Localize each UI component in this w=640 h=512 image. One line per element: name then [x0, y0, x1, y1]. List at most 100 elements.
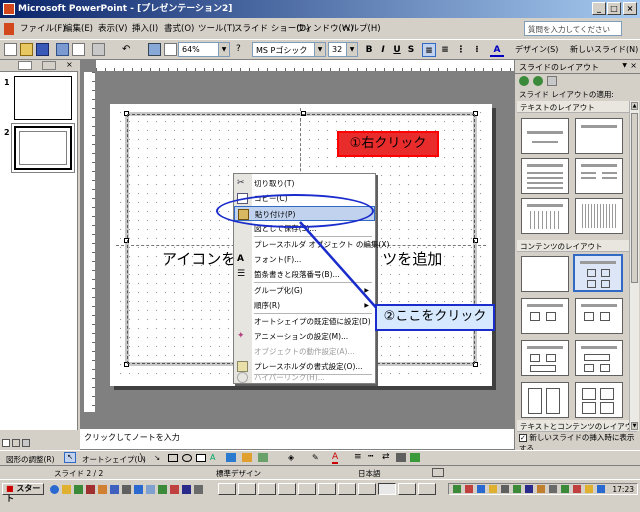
- layout-content-selected[interactable]: [573, 254, 623, 292]
- task-pane-scrollbar[interactable]: ▲ ▼: [629, 101, 639, 431]
- explorer-icon[interactable]: [62, 485, 71, 494]
- layout-title-content[interactable]: [521, 298, 569, 334]
- app-icon[interactable]: [134, 485, 143, 494]
- app-icon[interactable]: [122, 485, 131, 494]
- line-color-icon[interactable]: ✎: [312, 453, 319, 462]
- section-content-layouts: コンテンツのレイアウト: [517, 240, 637, 252]
- tray-icon[interactable]: [501, 485, 509, 493]
- system-tray: 17:23: [448, 483, 638, 495]
- rectangle-icon[interactable]: [168, 454, 178, 462]
- tray-icon[interactable]: [525, 485, 533, 493]
- scroll-thumb[interactable]: [631, 113, 638, 283]
- tray-icon[interactable]: [597, 485, 605, 493]
- tray-icon[interactable]: [585, 485, 593, 493]
- layout-content-5[interactable]: [521, 382, 569, 418]
- arrow-style-icon[interactable]: ⇄: [382, 452, 390, 462]
- home-icon[interactable]: [547, 76, 557, 86]
- picture-icon[interactable]: [258, 453, 268, 462]
- layout-title-slide[interactable]: [521, 118, 569, 154]
- notes-placeholder: クリックしてノートを入力: [84, 433, 180, 442]
- wordart-icon[interactable]: A: [210, 453, 215, 462]
- task-button[interactable]: [238, 483, 256, 495]
- status-design: 標準デザイン: [216, 469, 261, 478]
- annotation-click-here: ②ここをクリック: [375, 304, 495, 331]
- app-icon[interactable]: [146, 485, 155, 494]
- layout-title-only[interactable]: [575, 118, 623, 154]
- task-button[interactable]: [278, 483, 296, 495]
- diagram-icon[interactable]: [226, 453, 236, 462]
- slideshow-view-icon[interactable]: [22, 439, 30, 447]
- shadow-style-icon[interactable]: [396, 453, 406, 462]
- task-button[interactable]: [338, 483, 356, 495]
- tray-icon[interactable]: [513, 485, 521, 493]
- apply-label: スライド レイアウトの適用:: [519, 90, 614, 99]
- line-icon[interactable]: ╲: [140, 453, 145, 462]
- fill-color-icon[interactable]: ◈: [288, 453, 294, 462]
- app-icon[interactable]: [158, 485, 167, 494]
- tray-icon[interactable]: [477, 485, 485, 493]
- tray-icon[interactable]: [537, 485, 545, 493]
- layout-vertical-text[interactable]: [521, 198, 569, 234]
- app-icon[interactable]: [194, 485, 203, 494]
- taskbar: ■ スタート 17:23: [0, 479, 640, 512]
- layout-blank[interactable]: [521, 256, 569, 292]
- back-icon[interactable]: [519, 76, 529, 86]
- task-pane: スライドのレイアウト ▼ × スライド レイアウトの適用: テキストのレイアウト…: [514, 60, 640, 453]
- spelling-status-icon: [432, 468, 444, 477]
- task-button-active[interactable]: [378, 483, 396, 495]
- font-color-icon[interactable]: A: [332, 452, 339, 464]
- task-button[interactable]: [318, 483, 336, 495]
- tray-icon[interactable]: [489, 485, 497, 493]
- task-button[interactable]: [298, 483, 316, 495]
- close-icon[interactable]: ×: [630, 61, 637, 70]
- ellipse-icon[interactable]: [182, 454, 192, 462]
- sorter-view-icon[interactable]: [12, 439, 20, 447]
- textbox-icon[interactable]: [196, 454, 206, 462]
- status-slide: スライド 2 / 2: [54, 469, 104, 478]
- layout-title-text[interactable]: [521, 158, 569, 194]
- task-button[interactable]: [218, 483, 236, 495]
- normal-view-icon[interactable]: [2, 439, 10, 447]
- layout-content-6[interactable]: [575, 382, 623, 418]
- tray-icon[interactable]: [465, 485, 473, 493]
- clock: 17:23: [612, 485, 634, 494]
- task-button[interactable]: [398, 483, 416, 495]
- arrow-icon[interactable]: ↘: [154, 453, 160, 462]
- checkbox[interactable]: ✓: [519, 434, 527, 442]
- layout-vertical-title-text[interactable]: [575, 198, 623, 234]
- task-button[interactable]: [358, 483, 376, 495]
- select-pointer-icon[interactable]: ↖: [64, 452, 76, 463]
- tray-icon[interactable]: [549, 485, 557, 493]
- chevron-down-icon[interactable]: ▼: [622, 62, 627, 69]
- app-icon[interactable]: [182, 485, 191, 494]
- task-button[interactable]: [258, 483, 276, 495]
- desktop-icon[interactable]: [74, 485, 83, 494]
- app-icon[interactable]: [98, 485, 107, 494]
- draw-menu[interactable]: 図形の調整(R): [6, 454, 55, 465]
- forward-icon[interactable]: [533, 76, 543, 86]
- tray-icon[interactable]: [453, 485, 461, 493]
- ie-icon[interactable]: [50, 485, 59, 494]
- layout-two-content[interactable]: [575, 298, 623, 334]
- task-button[interactable]: [418, 483, 436, 495]
- app-icon[interactable]: [86, 485, 95, 494]
- scroll-down-icon[interactable]: ▼: [631, 422, 638, 430]
- app-icon[interactable]: [170, 485, 179, 494]
- dash-style-icon[interactable]: ┅: [368, 452, 373, 462]
- line-style-icon[interactable]: ≡: [354, 452, 362, 462]
- drawing-toolbar: 図形の調整(R) ↖ オートシェイプ(U) ╲ ↘ A ◈ ✎ A ≡ ┅ ⇄: [0, 450, 640, 465]
- layout-two-column-text[interactable]: [575, 158, 623, 194]
- tray-icon[interactable]: [561, 485, 569, 493]
- layout-content-4[interactable]: [575, 340, 623, 376]
- view-buttons: [0, 438, 80, 450]
- autoshape-menu[interactable]: オートシェイプ(U): [82, 454, 146, 465]
- layout-content-3[interactable]: [521, 340, 569, 376]
- notes-pane[interactable]: クリックしてノートを入力: [80, 428, 514, 450]
- app-icon[interactable]: [110, 485, 119, 494]
- 3d-style-icon[interactable]: [410, 453, 420, 462]
- scroll-up-icon[interactable]: ▲: [631, 102, 638, 110]
- clipart-icon[interactable]: [242, 453, 252, 462]
- start-button[interactable]: ■ スタート: [2, 483, 44, 503]
- windows-logo-icon: ■: [6, 484, 14, 493]
- tray-icon[interactable]: [573, 485, 581, 493]
